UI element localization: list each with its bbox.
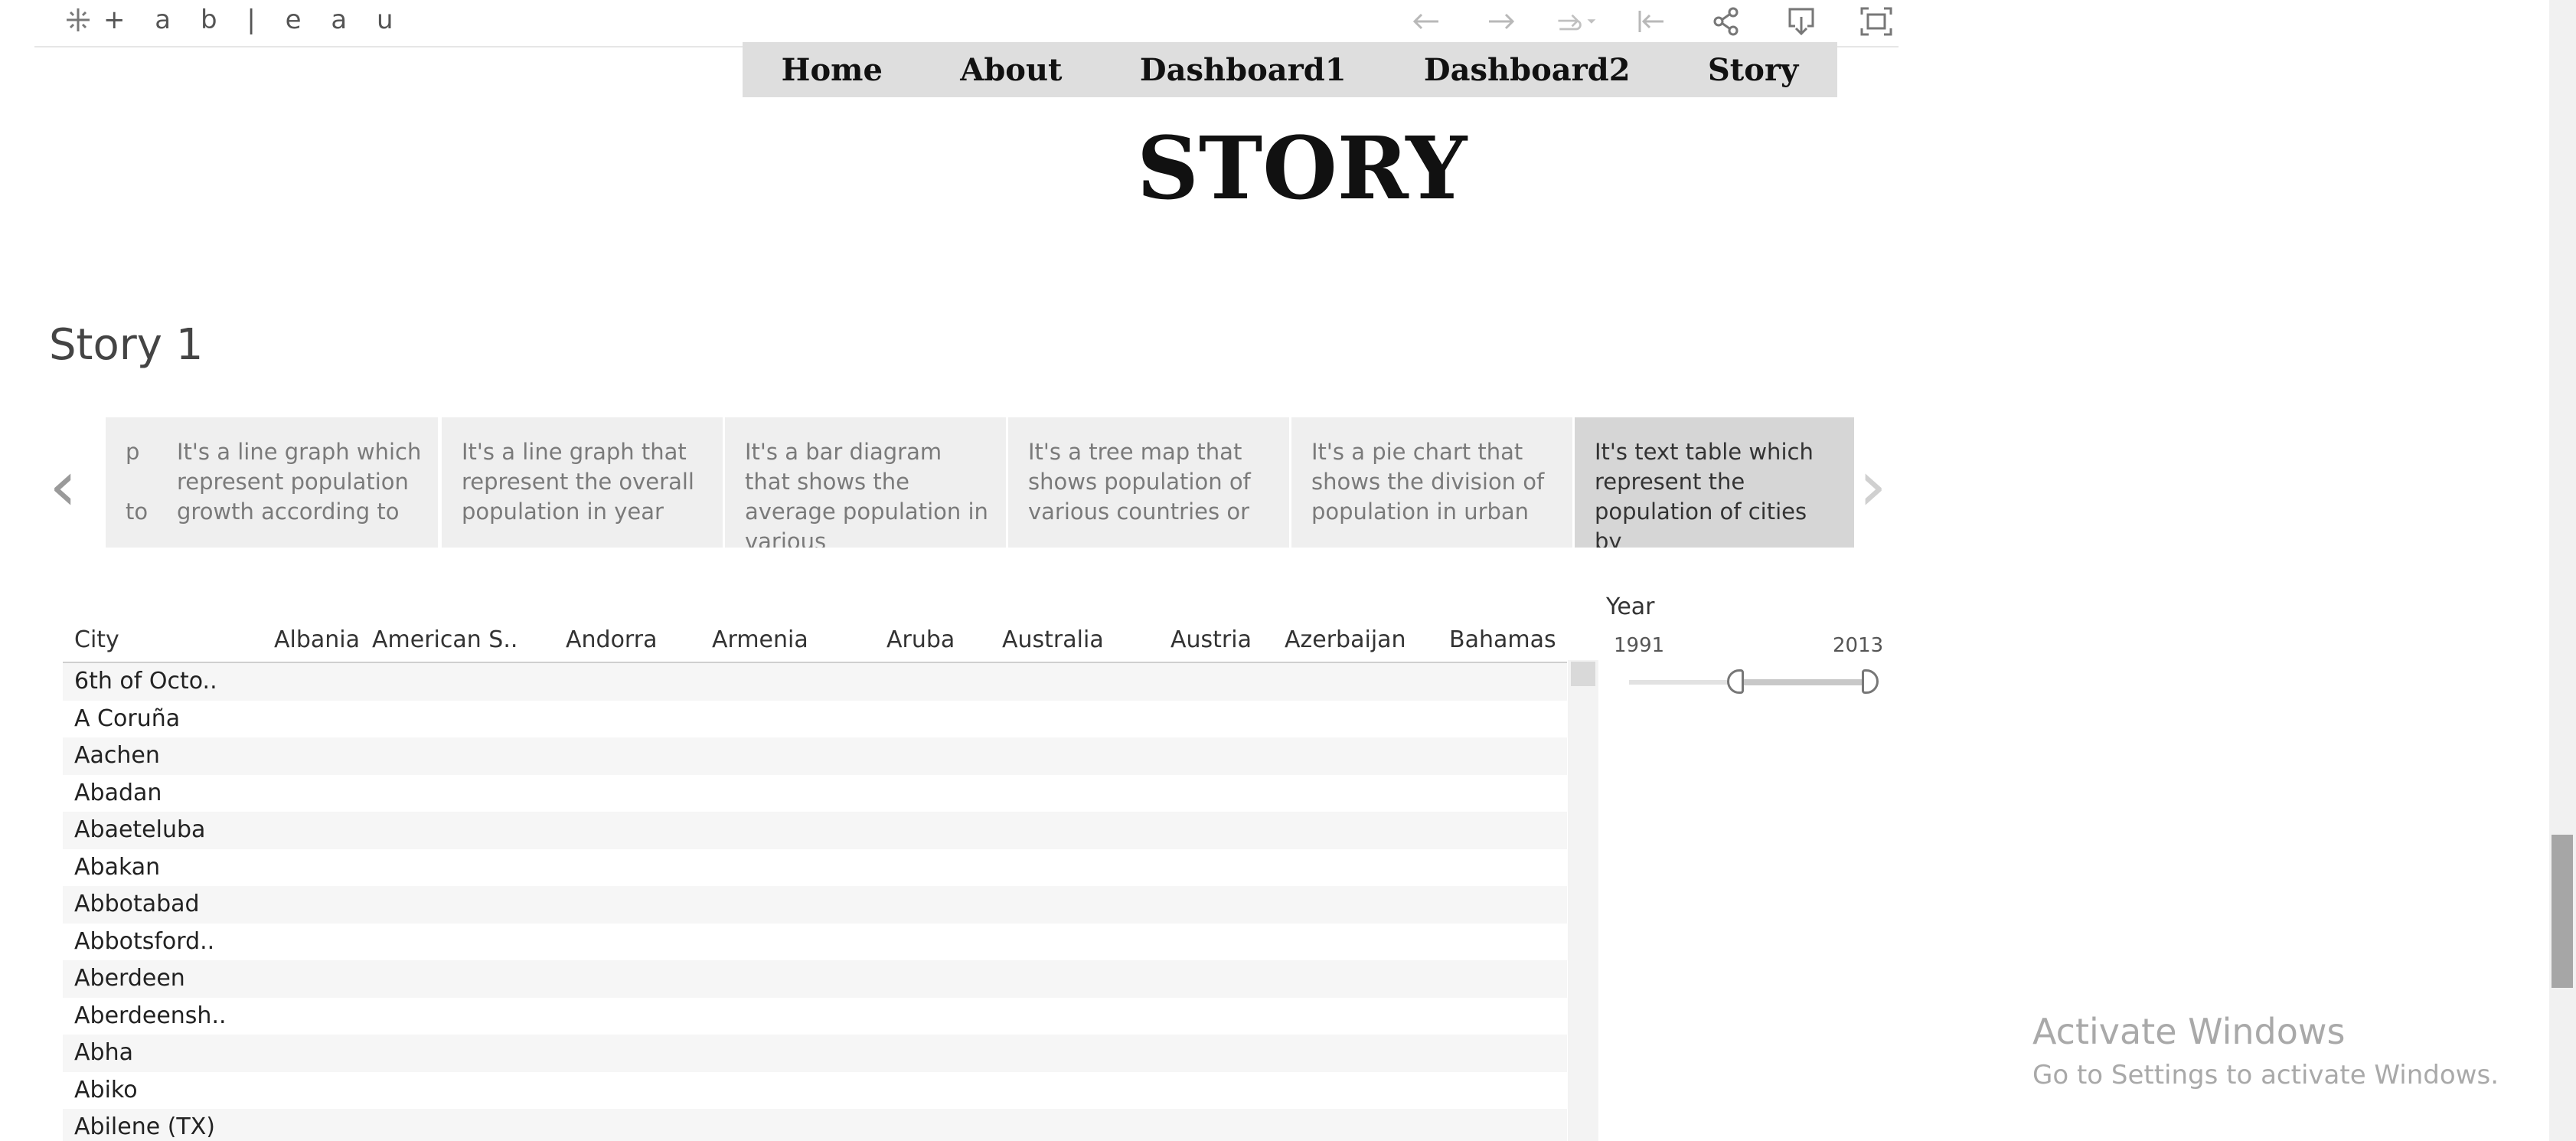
- undo-icon[interactable]: [1404, 3, 1448, 40]
- nav-about[interactable]: About: [960, 52, 1062, 88]
- nav-dashboard2[interactable]: Dashboard2: [1424, 52, 1631, 88]
- table-row[interactable]: Abbotabad: [63, 886, 1567, 924]
- table-row[interactable]: Abilene (TX): [63, 1109, 1567, 1141]
- table-row[interactable]: Aberdeensh..: [63, 997, 1567, 1035]
- story-point-4[interactable]: It's a tree map that shows population of…: [1008, 417, 1289, 548]
- year-filter-max: 2013: [1833, 634, 1884, 657]
- column-header[interactable]: Austria: [1170, 626, 1252, 665]
- table-row[interactable]: 6th of Octo..: [63, 663, 1567, 701]
- story-point-text: It's a line graph that represent the ove…: [462, 439, 694, 525]
- table-row[interactable]: Abakan: [63, 848, 1567, 886]
- story-point-5[interactable]: It's a pie chart that shows the division…: [1291, 417, 1572, 548]
- story-point-text: p to: [126, 439, 149, 525]
- download-icon[interactable]: [1779, 3, 1823, 40]
- story-point-6-active[interactable]: It's text table which represent the popu…: [1575, 417, 1854, 548]
- page-title: STORY: [1137, 119, 1468, 219]
- activate-windows-title: Activate Windows: [2032, 1011, 2346, 1052]
- year-slider-max-handle[interactable]: [1862, 669, 1879, 694]
- year-filter-min: 1991: [1614, 634, 1665, 657]
- reset-icon[interactable]: [1629, 3, 1673, 40]
- table-rows: 6th of Octo.. A Coruña Aachen Abadan Aba…: [63, 663, 1567, 1141]
- story-point-1[interactable]: It's a line graph which represent popula…: [157, 417, 438, 548]
- share-icon[interactable]: [1704, 3, 1748, 40]
- tableau-logo: + a b | e a u: [64, 5, 404, 35]
- tableau-logo-icon: [64, 5, 93, 34]
- row-header-city: City: [74, 626, 119, 653]
- year-slider-min-handle[interactable]: [1727, 669, 1744, 694]
- column-header[interactable]: Azerbaijan: [1285, 626, 1406, 665]
- nav-home[interactable]: Home: [782, 52, 883, 88]
- story-point-text: It's a bar diagram that shows the averag…: [745, 439, 988, 548]
- year-slider-range: [1736, 679, 1868, 685]
- table-row[interactable]: Abbotsford..: [63, 923, 1567, 960]
- story-navigator: ‹ p to It's a line graph which represent…: [38, 417, 1906, 549]
- column-header[interactable]: Aruba: [886, 626, 955, 665]
- city-text-table: City Albania American S.. Andorra Armeni…: [63, 622, 1567, 1141]
- table-row[interactable]: Abadan: [63, 774, 1567, 812]
- table-row[interactable]: Abiko: [63, 1071, 1567, 1109]
- column-header[interactable]: Bahamas: [1449, 626, 1556, 665]
- column-header[interactable]: American S..: [372, 626, 517, 665]
- column-header[interactable]: Andorra: [566, 626, 657, 665]
- story-point-text: It's a tree map that shows population of…: [1028, 439, 1251, 525]
- story-next-arrow-icon[interactable]: ›: [1859, 445, 1887, 527]
- redo-icon[interactable]: [1479, 3, 1523, 40]
- story-title: Story 1: [49, 320, 204, 370]
- nav-story[interactable]: Story: [1708, 52, 1798, 88]
- activate-windows-subtitle: Go to Settings to activate Windows.: [2032, 1060, 2499, 1090]
- table-scrollbar[interactable]: [1568, 660, 1598, 1141]
- page: + a b | e a u Home About Dashboard1 Dash…: [0, 0, 2576, 1141]
- story-point-text: It's a pie chart that shows the division…: [1311, 439, 1545, 525]
- table-row[interactable]: Aachen: [63, 737, 1567, 775]
- revert-icon[interactable]: [1554, 3, 1598, 40]
- table-scrollbar-thumb[interactable]: [1571, 662, 1595, 686]
- column-header[interactable]: Armenia: [712, 626, 808, 665]
- year-filter-label: Year: [1606, 593, 1655, 620]
- fullscreen-icon[interactable]: [1854, 3, 1899, 40]
- table-row[interactable]: Aberdeen: [63, 960, 1567, 998]
- tableau-toolbar: + a b | e a u: [34, 0, 1899, 47]
- nav-dashboard1[interactable]: Dashboard1: [1140, 52, 1347, 88]
- table-row[interactable]: Abaeteluba: [63, 812, 1567, 849]
- tableau-wordmark: + a b | e a u: [103, 5, 404, 35]
- page-scrollbar-thumb[interactable]: [2552, 835, 2573, 988]
- story-point-3[interactable]: It's a bar diagram that shows the averag…: [725, 417, 1006, 548]
- story-point-text: It's text table which represent the popu…: [1595, 439, 1814, 548]
- top-navigation: Home About Dashboard1 Dashboard2 Story: [743, 42, 1837, 97]
- column-header[interactable]: Albania: [274, 626, 360, 665]
- story-point-text: It's a line graph which represent popula…: [177, 439, 422, 525]
- table-row[interactable]: Abha: [63, 1035, 1567, 1072]
- column-header[interactable]: Australia: [1002, 626, 1104, 665]
- story-prev-arrow-icon[interactable]: ‹: [49, 445, 77, 527]
- story-point-2[interactable]: It's a line graph that represent the ove…: [442, 417, 723, 548]
- table-row[interactable]: A Coruña: [63, 700, 1567, 737]
